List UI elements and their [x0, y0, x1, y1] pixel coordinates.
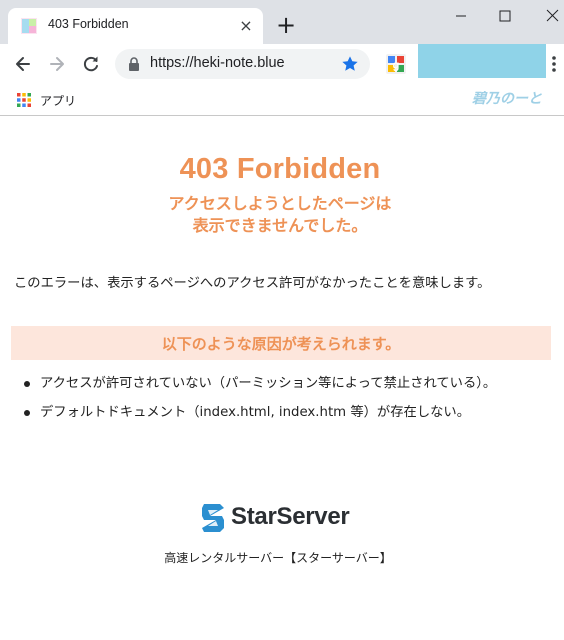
reason-text: デフォルトドキュメント（index.html, index.htm 等）が存在し…: [40, 405, 471, 420]
address-bar[interactable]: https://heki-note.blue: [115, 49, 370, 79]
browser-tab[interactable]: 403 Forbidden ×: [8, 8, 263, 44]
maximize-icon[interactable]: [494, 6, 516, 26]
footer-text: 高速レンタルサーバー【スターサーバー】: [164, 551, 392, 565]
logo-text: StarServer: [231, 503, 350, 530]
subtitle-line-2: 表示できませんでした。: [192, 216, 368, 235]
minimize-icon[interactable]: [450, 6, 472, 26]
bookmark-star-icon[interactable]: [341, 55, 359, 73]
new-tab-button[interactable]: +: [275, 13, 297, 37]
reasons-list: アクセスが許可されていない（パーミッション等によって禁止されている）。 デフォル…: [22, 373, 532, 431]
starserver-logo[interactable]: StarServer: [200, 502, 365, 534]
tab-close-icon[interactable]: ×: [237, 17, 255, 35]
reasons-heading: 以下のような原因が考えられます。: [161, 335, 401, 353]
lock-icon[interactable]: [128, 57, 140, 71]
bullet-dot: [24, 410, 30, 416]
bookmarks-bar: アプリ 碧乃のーと: [0, 84, 564, 116]
starserver-logo-icon: [202, 504, 224, 532]
subtitle-line-1: アクセスしようとしたページは: [168, 194, 392, 213]
profile-avatar-block[interactable]: [418, 44, 546, 78]
browser-menu-icon[interactable]: [549, 54, 559, 74]
reason-text: アクセスが許可されていない（パーミッション等によって禁止されている）。: [40, 376, 497, 391]
url-text[interactable]: https://heki-note.blue: [150, 55, 285, 71]
back-arrow-icon[interactable]: [13, 54, 33, 74]
tab-strip: 403 Forbidden × +: [0, 0, 564, 44]
svg-text:g: g: [393, 60, 400, 72]
browser-toolbar: https://heki-note.blue g: [0, 44, 564, 84]
reasons-heading-box: 以下のような原因が考えられます。: [11, 326, 551, 360]
extension-icon[interactable]: g: [386, 54, 406, 74]
bullet-dot: [24, 381, 30, 387]
list-item: アクセスが許可されていない（パーミッション等によって禁止されている）。: [22, 373, 532, 394]
error-page: 403 Forbidden アクセスしようとしたページは 表示できませんでした。…: [0, 117, 564, 640]
forward-arrow-icon[interactable]: [47, 54, 67, 74]
apps-label[interactable]: アプリ: [40, 92, 76, 109]
tab-title: 403 Forbidden: [48, 17, 129, 31]
reload-icon[interactable]: [81, 54, 101, 74]
error-description: このエラーは、表示するページへのアクセス許可がなかったことを意味します。: [14, 276, 491, 291]
apps-grid-icon[interactable]: [16, 92, 32, 108]
page-subtitle: アクセスしようとしたページは 表示できませんでした。: [0, 193, 560, 237]
brand-watermark: 碧乃のーと: [472, 91, 542, 107]
site-favicon-icon: [21, 18, 37, 34]
page-title: 403 Forbidden: [179, 153, 381, 185]
list-item: デフォルトドキュメント（index.html, index.htm 等）が存在し…: [22, 402, 532, 423]
window-close-icon[interactable]: [542, 6, 564, 26]
